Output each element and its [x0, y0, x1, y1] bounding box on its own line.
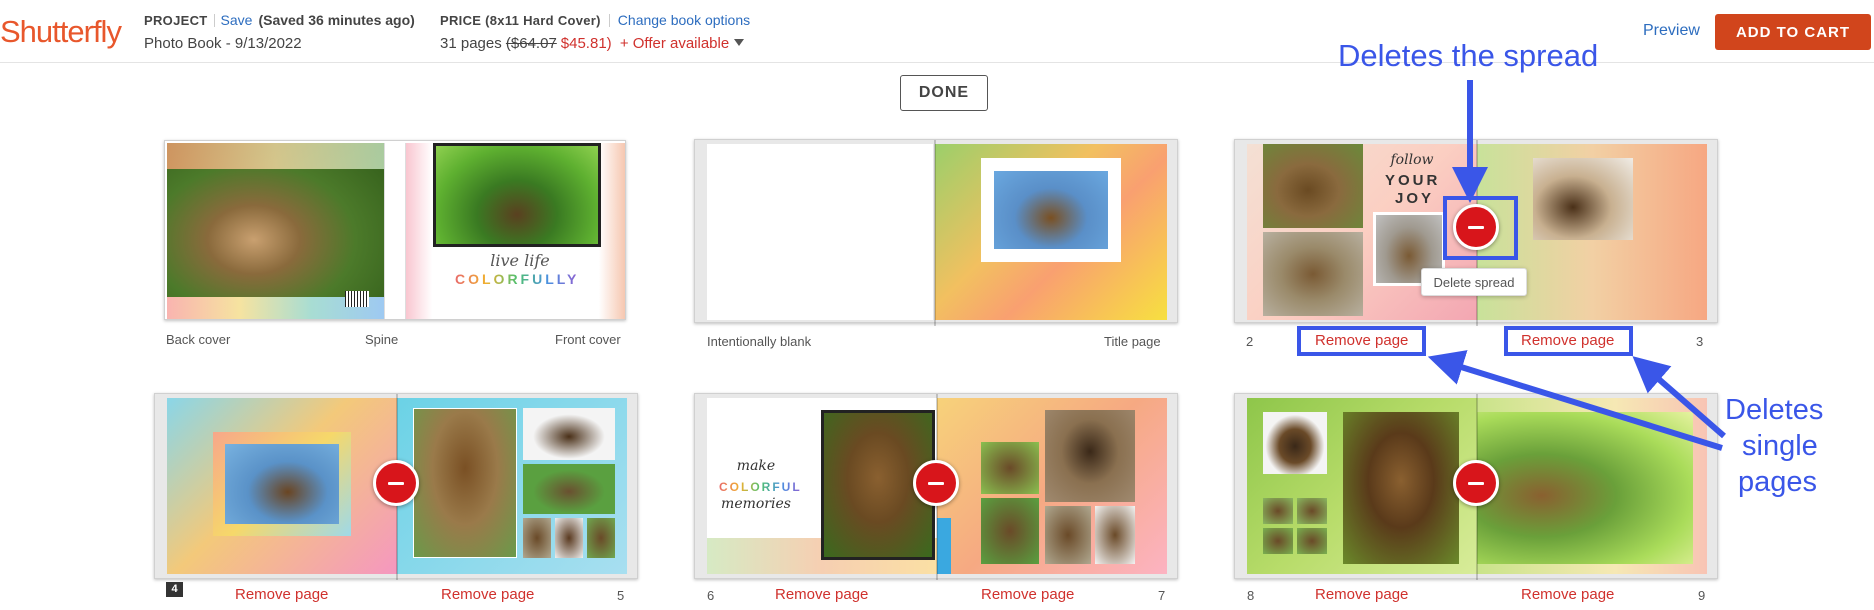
cover-tagline: live life: [490, 251, 550, 270]
annotation-deletes-pages-2: single: [1742, 430, 1818, 462]
spread-cover[interactable]: live life COLORFULLY: [164, 140, 626, 320]
your-text: YOUR: [1385, 172, 1441, 189]
delete-spread-button[interactable]: [373, 460, 419, 506]
divider: [608, 14, 610, 27]
memories-text: memories: [721, 496, 791, 512]
page-7-photo-bl: [981, 498, 1039, 564]
preview-link[interactable]: Preview: [1643, 22, 1700, 40]
page-5-photo-b3: [587, 518, 615, 558]
saved-status: (Saved 36 minutes ago): [258, 12, 415, 28]
price-label: PRICE (8x11 Hard Cover): [440, 13, 601, 28]
intentionally-blank-page: [707, 144, 933, 320]
barcode: [345, 291, 369, 307]
page-7-photo-br1: [1045, 506, 1091, 564]
page-number-5: 5: [617, 588, 625, 603]
joy-text: JOY: [1395, 190, 1435, 207]
spread-title[interactable]: [694, 139, 1178, 326]
annotation-box-delete-spread: [1443, 196, 1518, 260]
spread-pages-8-9[interactable]: [1234, 393, 1718, 580]
page-5-photo-tr: [523, 408, 615, 460]
page-9-photo: [1477, 412, 1693, 564]
new-price: $45.81): [560, 35, 612, 52]
cover-colorful-text: COLORFULLY: [455, 271, 580, 287]
back-cover-label: Back cover: [166, 332, 231, 347]
page-8-photo-bl2: [1297, 498, 1327, 524]
page-7-photo-tl: [981, 442, 1039, 494]
page-8-photo-main: [1343, 412, 1459, 564]
page-number-6: 6: [707, 588, 715, 603]
old-price: ($64.07: [505, 35, 557, 52]
page-number-7: 7: [1158, 588, 1166, 603]
remove-page-7-link[interactable]: Remove page: [981, 586, 1074, 603]
page-count: 31 pages: [440, 35, 502, 52]
title-page-photo: [994, 171, 1108, 249]
page-number-3: 3: [1696, 334, 1704, 349]
page-number-9: 9: [1698, 588, 1706, 603]
title-page-label: Title page: [1104, 334, 1161, 349]
page-number-4: 4: [166, 582, 183, 597]
delete-spread-button[interactable]: [913, 460, 959, 506]
page-5-photo-mr: [523, 464, 615, 514]
done-button[interactable]: DONE: [900, 75, 988, 111]
make-text: make: [736, 458, 776, 474]
page-4-photo: [225, 444, 339, 524]
project-info: PROJECT Save (Saved 36 minutes ago) Photo …: [144, 12, 415, 52]
page-8-photo-bl4: [1297, 528, 1327, 554]
back-cover-sunset: [167, 143, 384, 169]
spread-pages-6-7[interactable]: make COLORFUL memories: [694, 393, 1178, 580]
page-7-photo-br2: [1095, 506, 1135, 564]
offer-available-link[interactable]: + Offer available: [620, 35, 729, 52]
add-to-cart-button[interactable]: ADD TO CART: [1715, 14, 1871, 50]
remove-page-8-link[interactable]: Remove page: [1315, 586, 1408, 603]
page-number-2: 2: [1246, 334, 1254, 349]
page-5-photo-b2: [555, 518, 583, 558]
follow-text: follow: [1390, 152, 1434, 168]
annotation-deletes-spread: Deletes the spread: [1338, 38, 1599, 73]
page-5-photo-main: [413, 408, 517, 558]
annotation-deletes-pages-1: Deletes: [1725, 394, 1824, 426]
colorful-text: COLORFUL: [719, 480, 802, 494]
annotation-box-remove-page-2: [1297, 326, 1426, 356]
front-cover-photo: [433, 143, 601, 247]
blank-page-label: Intentionally blank: [707, 334, 812, 349]
page-8-photo-tl: [1263, 412, 1327, 474]
page-3-photo: [1533, 158, 1633, 240]
divider: [213, 14, 215, 27]
remove-page-9-link[interactable]: Remove page: [1521, 586, 1614, 603]
page-7-blue-strip: [937, 518, 951, 574]
spine-label: Spine: [365, 332, 399, 347]
annotation-deletes-pages-3: pages: [1738, 466, 1818, 498]
page-7-photo-tr: [1045, 410, 1135, 502]
spread-pages-4-5[interactable]: [154, 393, 638, 580]
remove-page-6-link[interactable]: Remove page: [775, 586, 868, 603]
annotation-box-remove-page-3: [1504, 326, 1633, 356]
page-5-photo-b1: [523, 518, 551, 558]
remove-page-5-link[interactable]: Remove page: [441, 586, 534, 603]
page-8-photo-bl1: [1263, 498, 1293, 524]
page-number-8: 8: [1247, 588, 1255, 603]
caret-down-icon[interactable]: [734, 39, 745, 46]
page-2-photo-bottom: [1263, 232, 1363, 316]
front-cover-label: Front cover: [555, 332, 621, 347]
delete-spread-tooltip: Delete spread: [1421, 268, 1527, 296]
delete-spread-button[interactable]: [1453, 460, 1499, 506]
price-info: PRICE (8x11 Hard Cover) Change book optio…: [440, 12, 750, 52]
save-link[interactable]: Save: [221, 12, 253, 28]
page-2-photo-top: [1263, 144, 1363, 228]
change-book-options-link[interactable]: Change book options: [618, 12, 750, 28]
project-name[interactable]: Photo Book - 9/13/2022: [144, 35, 415, 52]
spine-line: [934, 140, 936, 326]
project-label: PROJECT: [144, 13, 208, 28]
shutterfly-logo[interactable]: Shutterfly: [0, 14, 122, 50]
spine: [384, 143, 406, 319]
page-8-photo-bl3: [1263, 528, 1293, 554]
remove-page-4-link[interactable]: Remove page: [235, 586, 328, 603]
